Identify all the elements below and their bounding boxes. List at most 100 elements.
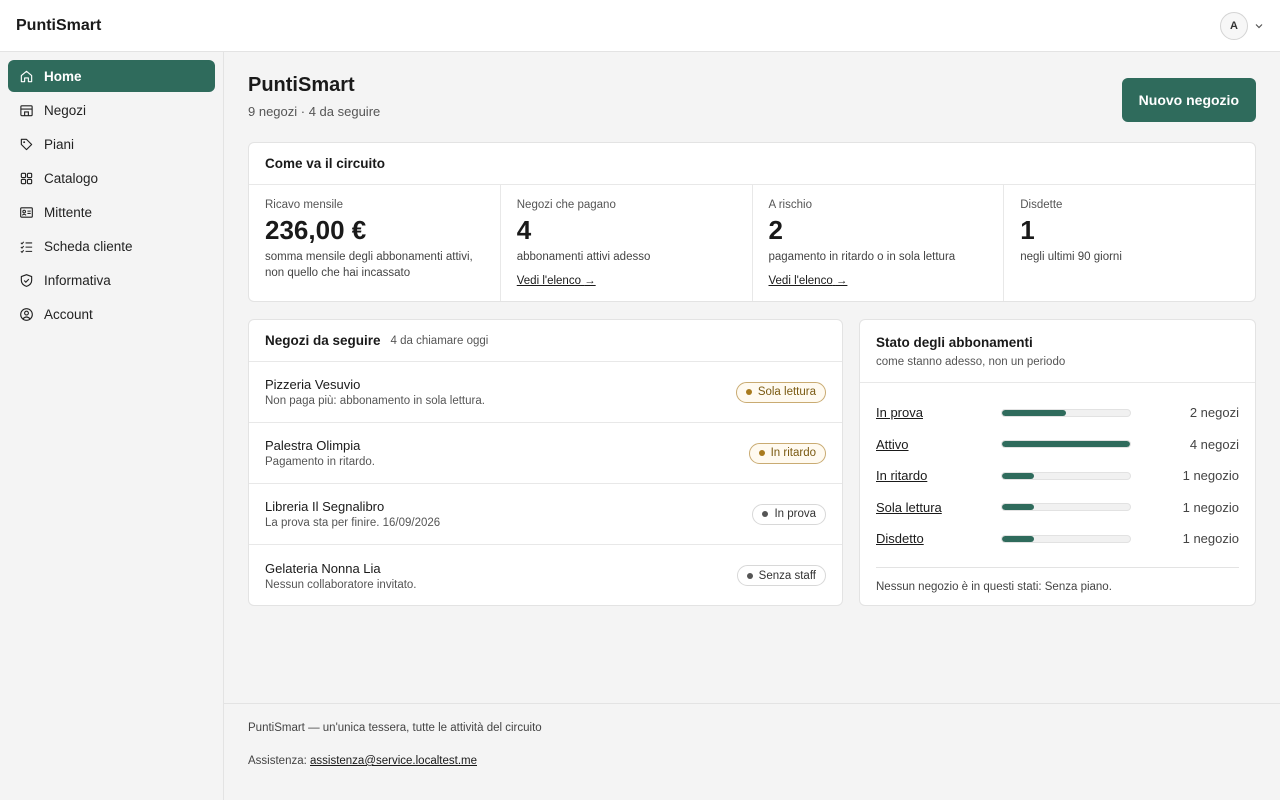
stores-to-follow-card: Negozi da seguire 4 da chiamare oggi Piz… (248, 319, 843, 606)
list-item[interactable]: Gelateria Nonna Lia Nessun collaboratore… (249, 545, 842, 605)
page-subtitle: 9 negozi · 4 da seguire (248, 104, 381, 119)
status-count: 1 negozio (1182, 468, 1239, 484)
status-dot-icon (745, 389, 752, 395)
store-name: Palestra Olimpia (265, 438, 361, 453)
sidebar-item-home[interactable]: Home (8, 60, 215, 92)
sidebar-item-negozi[interactable]: Negozi (8, 94, 215, 126)
sidebar-item-label: Negozi (44, 102, 87, 118)
user-menu[interactable]: A (1220, 11, 1264, 40)
subscription-status-card: Stato degli abbonamenti come stanno ades… (859, 319, 1256, 606)
kpi-value: 236,00 € (265, 215, 367, 245)
store-desc: Nessun collaboratore invitato. (265, 578, 417, 591)
main-content: PuntiSmart 9 negozi · 4 da seguire Nuovo… (224, 52, 1280, 800)
badge-label: In ritardo (770, 447, 816, 459)
status-bar (1001, 471, 1131, 480)
circuit-summary-card: Come va il circuito Ricavo mensile 236,0… (248, 142, 1256, 302)
status-bar (1001, 408, 1131, 417)
card-title: Negozi da seguire (265, 333, 381, 348)
status-dot-icon (746, 572, 753, 579)
kpi-list: Ricavo mensile 236,00 € somma mensile de… (249, 185, 1255, 301)
home-icon (20, 70, 33, 82)
status-bar-fill (1002, 504, 1034, 511)
status-row: Attivo 4 negozi (876, 429, 1239, 461)
id-card-icon (20, 206, 33, 218)
store-desc: Non paga più: abbonamento in sola lettur… (265, 395, 485, 407)
shield-icon (20, 273, 33, 287)
status-link-attivo[interactable]: Attivo (876, 437, 1001, 452)
status-bar (1001, 503, 1131, 512)
kpi-value: 2 (768, 215, 783, 245)
view-list-link[interactable]: Vedi l'elenco → (769, 275, 848, 287)
store-name: Gelateria Nonna Lia (265, 560, 381, 576)
kpi-note: pagamento in ritardo o in sola lettura (768, 251, 956, 263)
status-row: Disdetto 1 negozio (876, 523, 1239, 555)
sidebar-item-informativa[interactable]: Informativa (8, 264, 215, 296)
new-store-button[interactable]: Nuovo negozio (1121, 78, 1256, 122)
list-item[interactable]: Pizzeria Vesuvio Non paga più: abbonamen… (249, 362, 842, 423)
footer-tagline: PuntiSmart — un'unica tessera, tutte le … (248, 722, 542, 734)
badge-label: Sola lettura (757, 386, 816, 398)
support-email-link[interactable]: assistenza@service.localtest.me (310, 755, 477, 767)
store-desc: Pagamento in ritardo. (265, 456, 375, 468)
store-name: Pizzeria Vesuvio (265, 377, 361, 392)
status-link-in-prova[interactable]: In prova (876, 405, 1001, 420)
status-row: In ritardo 1 negozio (876, 460, 1239, 492)
status-row: Sola lettura 1 negozio (876, 492, 1239, 524)
sidebar-item-piani[interactable]: Piani (8, 128, 215, 160)
kpi-monthly-revenue: Ricavo mensile 236,00 € somma mensile de… (249, 185, 501, 301)
badge-label: Senza staff (758, 569, 816, 582)
sidebar-item-account[interactable]: Account (8, 298, 215, 330)
card-header: Stato degli abbonamenti come stanno ades… (860, 320, 1255, 383)
status-badge: In prova (752, 503, 826, 525)
store-icon (20, 104, 33, 116)
status-bar (1001, 534, 1131, 543)
arrow-right-icon: → (835, 275, 848, 287)
link-label: Vedi l'elenco (768, 275, 833, 287)
status-link-disdetto[interactable]: Disdetto (876, 531, 1001, 546)
kpi-label: A rischio (768, 199, 812, 211)
status-row: In prova 2 negozi (876, 397, 1239, 429)
user-circle-icon (20, 307, 33, 321)
sidebar-item-label: Scheda cliente (44, 238, 133, 254)
status-bar-fill (1002, 472, 1034, 479)
card-subtitle: come stanno adesso, non un periodo (876, 355, 1066, 368)
sidebar: Home Negozi Piani Catalogo Mittente Sche… (0, 52, 224, 800)
arrow-right-icon: → (584, 275, 596, 287)
card-title: Come va il circuito (265, 156, 386, 171)
page-title: PuntiSmart (248, 74, 355, 96)
sidebar-item-label: Mittente (44, 204, 93, 220)
store-desc: La prova sta per finire. 16/09/2026 (265, 517, 441, 529)
sidebar-item-label: Piani (44, 136, 75, 152)
list-item[interactable]: Libreria Il Segnalibro La prova sta per … (249, 484, 842, 545)
status-list: In prova 2 negozi Attivo 4 negozi In rit… (860, 383, 1255, 555)
kpi-value: 4 (516, 215, 532, 245)
view-list-link[interactable]: Vedi l'elenco → (517, 275, 596, 287)
sidebar-item-scheda-cliente[interactable]: Scheda cliente (8, 230, 215, 262)
kpi-label: Disdette (1020, 199, 1063, 211)
status-note: Nessun negozio è in questi stati: Senza … (876, 566, 1239, 593)
top-bar: PuntiSmart A (0, 0, 1280, 52)
status-link-sola-lettura[interactable]: Sola lettura (876, 500, 1001, 515)
status-link-in-ritardo[interactable]: In ritardo (876, 468, 1001, 483)
kpi-value: 1 (1020, 215, 1035, 245)
card-header: Come va il circuito (249, 143, 1255, 185)
status-count: 4 negozi (1189, 436, 1239, 452)
sidebar-item-mittente[interactable]: Mittente (8, 196, 215, 228)
app-brand[interactable]: PuntiSmart (16, 17, 101, 35)
status-badge: Senza staff (736, 565, 826, 586)
list-item[interactable]: Palestra Olimpia Pagamento in ritardo. I… (249, 423, 842, 484)
kpi-cancellations: Disdette 1 negli ultimi 90 giorni (1004, 185, 1255, 301)
status-badge: Sola lettura (735, 381, 826, 403)
kpi-paying-stores: Negozi che pagano 4 abbonamenti attivi a… (501, 185, 753, 301)
status-bar-fill (1002, 409, 1066, 416)
status-count: 2 negozi (1189, 405, 1239, 421)
kpi-note: somma mensile degli abbonamenti attivi, … (265, 251, 473, 279)
card-header: Negozi da seguire 4 da chiamare oggi (249, 320, 842, 362)
status-bar (1001, 440, 1131, 449)
sidebar-item-catalogo[interactable]: Catalogo (8, 162, 215, 194)
avatar[interactable]: A (1220, 11, 1248, 40)
chevron-down-icon[interactable] (1254, 21, 1264, 31)
kpi-note: negli ultimi 90 giorni (1020, 251, 1122, 263)
badge-label: In prova (774, 508, 816, 520)
grid-icon (20, 172, 33, 184)
